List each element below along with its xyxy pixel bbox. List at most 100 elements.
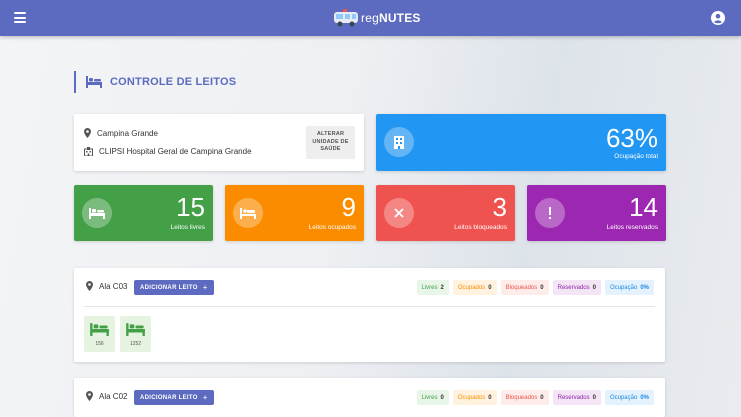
chip-value: 0 [488,284,492,291]
add-bed-button[interactable]: ADICIONAR LEITO + [134,390,214,405]
add-bed-label: ADICIONAR LEITO [140,284,198,291]
map-pin-icon [86,391,93,401]
chip-label: Bloqueados [505,394,538,401]
ward-name-text: Ala C02 [99,391,128,401]
bed-occupied-icon [240,208,256,219]
chip-value: 0 [540,394,544,401]
top-app-bar: regNUTES [0,0,741,36]
bed-number: 156 [95,341,104,347]
chip-label: Bloqueados [505,284,538,291]
reserved-beds-value: 14 [629,192,658,222]
chip-value: 0% [640,284,649,291]
ward-divider [84,306,655,307]
occupied-beds-value: 9 [341,192,356,222]
occupied-beds-card: 9 Leitos ocupados [225,185,364,241]
chip-label: Ocupados [457,394,486,401]
chip-label: Ocupação [609,284,638,291]
bed-icon [89,208,105,219]
ward-header: Ala C03 ADICIONAR LEITO + Livres 2 Ocupado… [74,268,665,306]
title-accent-bar [74,71,76,93]
chip-value: 0 [488,394,492,401]
ambulance-logo-icon [334,9,358,27]
plus-icon: + [202,393,208,402]
chip-reserved: Reservados 0 [552,390,601,405]
chip-reserved: Reservados 0 [552,280,601,295]
chip-label: Livres [421,284,438,291]
close-icon [394,208,404,218]
occupied-beds-label: Leitos ocupados [308,224,356,231]
chip-value: 0 [592,284,596,291]
map-pin-icon [86,281,93,291]
hospital-building-icon [84,147,93,156]
add-bed-label: ADICIONAR LEITO [140,394,198,401]
building-icon [394,136,404,149]
chip-occupied: Ocupados 0 [452,280,497,295]
bed-icon [126,323,145,336]
blocked-beds-card: 3 Leitos bloqueados [376,185,515,241]
location-card: Campina Grande CLIPSI Hospital Geral de … [74,114,364,171]
chip-blocked: Bloqueados 0 [500,390,549,405]
add-bed-button[interactable]: ADICIONAR LEITO + [134,280,214,295]
hospital-name: CLIPSI Hospital Geral de Campina Grande [99,147,252,156]
chip-free: Livres 2 [416,280,449,295]
chip-free: Livres 0 [416,390,449,405]
chip-occupied: Ocupados 0 [452,390,497,405]
city-name: Campina Grande [97,128,158,138]
ward-card: Ala C02 ADICIONAR LEITO + Livres 0 Ocupado… [74,378,665,417]
reserved-beds-label: Leitos reservados [606,224,658,231]
chip-label: Livres [421,394,438,401]
chip-label: Reservados [557,394,590,401]
hospital-row: CLIPSI Hospital Geral de Campina Grande [84,147,252,156]
free-beds-label: Leitos livres [170,224,205,231]
change-health-unit-button[interactable]: ALTERAR UNIDADE DE SAÚDE [306,126,355,159]
page-title: CONTROLE DE LEITOS [74,71,236,93]
ward-stats: Livres 2 Ocupados 0 Bloqueados 0 Reservados… [413,280,654,295]
chip-value: 0 [440,394,444,401]
bed-tile[interactable]: 1252 [120,316,151,352]
occupancy-icon-circle [384,127,414,157]
map-pin-icon [84,128,91,138]
blocked-beds-value: 3 [492,192,507,222]
chip-label: Ocupados [457,284,486,291]
ward-header: Ala C02 ADICIONAR LEITO + Livres 0 Ocupado… [74,378,665,416]
bed-number: 1252 [129,341,142,347]
ward-name-text: Ala C03 [99,281,128,291]
plus-icon: + [202,283,208,292]
bed-icon [86,76,102,88]
app-name: regNUTES [361,11,421,25]
logo-prefix: reg [361,11,379,25]
ward-name: Ala C02 [86,391,127,401]
ward-name: Ala C03 [86,281,127,291]
ward-card: Ala C03 ADICIONAR LEITO + Livres 2 Ocupado… [74,268,665,362]
page-title-text: CONTROLE DE LEITOS [110,76,237,88]
blocked-beds-icon-circle [384,198,414,228]
chip-value: 2 [440,284,444,291]
city-row: Campina Grande [84,128,158,138]
exclamation-icon [549,207,551,219]
free-beds-card: 15 Leitos livres [74,185,213,241]
logo-bold: NUTES [378,11,421,25]
chip-occupancy: Ocupação 0% [604,390,654,405]
chip-label: Reservados [557,284,590,291]
reserved-beds-icon-circle [535,198,565,228]
account-icon[interactable] [711,11,725,25]
bed-icon [90,323,109,336]
chip-blocked: Bloqueados 0 [500,280,549,295]
occupied-beds-icon-circle [233,198,263,228]
chip-label: Ocupação [609,394,638,401]
free-beds-value: 15 [176,192,205,222]
occupancy-label: Ocupação total [614,153,658,160]
total-occupancy-card: 63% Ocupação total [376,114,666,171]
chip-value: 0% [640,394,649,401]
ward-stats: Livres 0 Ocupados 0 Bloqueados 0 Reservados… [413,390,654,405]
chip-value: 0 [592,394,596,401]
blocked-beds-label: Leitos bloqueados [454,224,507,231]
menu-icon[interactable] [14,12,26,23]
bed-tile[interactable]: 156 [84,316,115,352]
chip-occupancy: Ocupação 0% [604,280,654,295]
occupancy-value: 63% [605,123,658,153]
app-logo: regNUTES [333,8,421,28]
reserved-beds-card: 14 Leitos reservados [527,185,666,241]
free-beds-icon-circle [82,198,112,228]
chip-value: 0 [540,284,544,291]
